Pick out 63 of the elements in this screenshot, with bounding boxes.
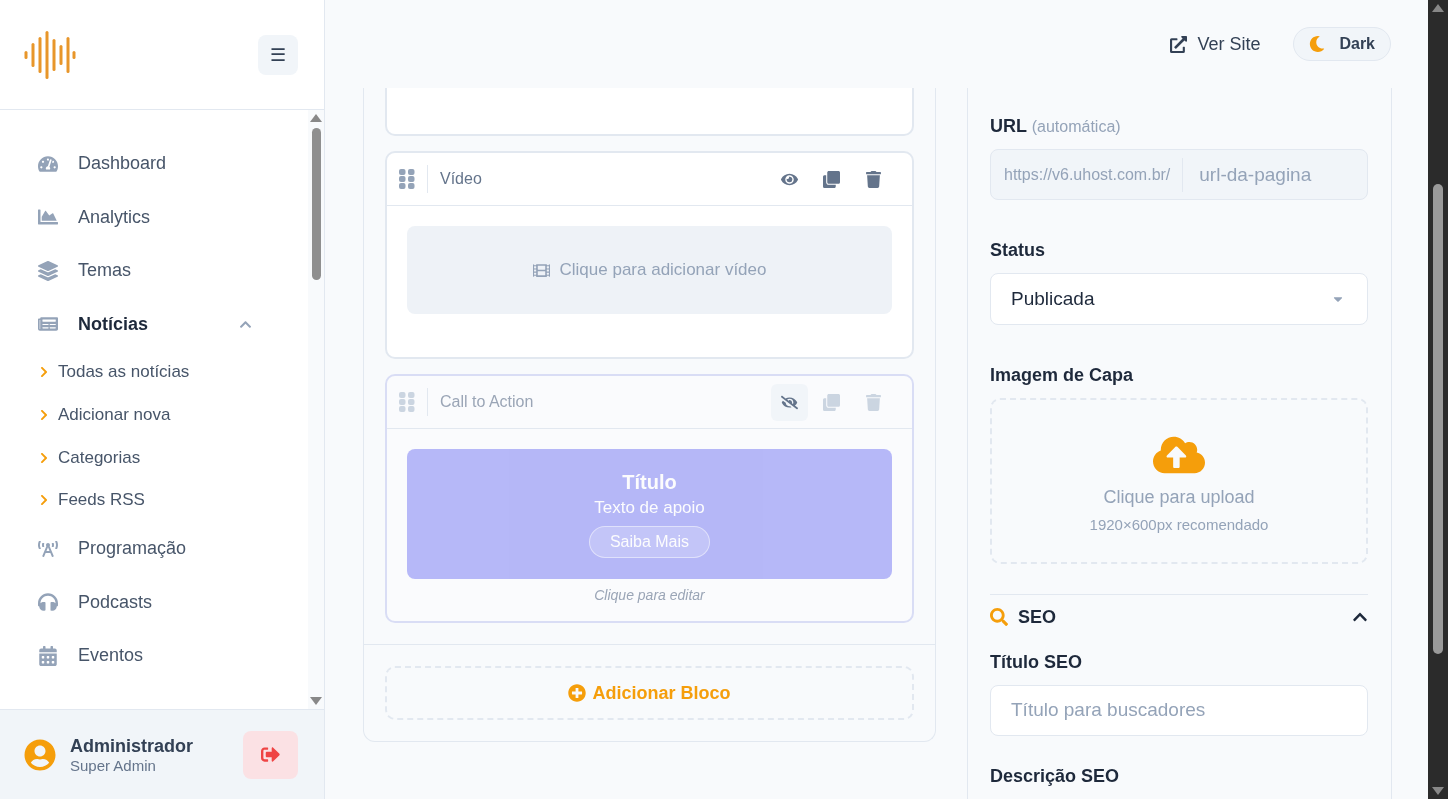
scrollbar[interactable] [1428, 0, 1448, 799]
gauge-icon [38, 153, 58, 174]
avatar-icon [24, 738, 56, 771]
scrollbar[interactable] [308, 110, 324, 709]
upload-text: Clique para upload [1103, 486, 1255, 508]
field-label: Status [990, 240, 1046, 262]
submenu-item[interactable]: Categorias [0, 436, 308, 480]
drag-handle-icon[interactable] [399, 392, 415, 412]
visibility-button[interactable] [771, 383, 808, 421]
chevron-right-icon [38, 451, 50, 464]
nav-item[interactable]: Programação [0, 521, 308, 576]
block-title: Call to Action [427, 388, 766, 416]
view-site-link[interactable]: Ver Site [1170, 33, 1261, 55]
nav-item[interactable]: Analytics [0, 190, 308, 244]
upload-hint: 1920×600px recomendado [1089, 515, 1269, 533]
logo-icon [24, 28, 76, 81]
drag-handle-icon[interactable] [399, 169, 415, 189]
plus-icon [568, 684, 587, 702]
eye-slash-icon [781, 393, 798, 411]
field-label: URL (automática) [990, 116, 1122, 137]
theme-toggle[interactable]: Dark [1293, 27, 1391, 61]
trash-icon [865, 170, 882, 188]
submenu-item[interactable]: Adicionar nova [0, 393, 308, 437]
url-prefix: https://v6.uhost.com.br/ [991, 157, 1184, 192]
edit-hint: Clique para editar [593, 587, 706, 603]
submenu-item[interactable]: Todas as notícias [0, 351, 308, 394]
copy-icon [823, 393, 840, 411]
headphones-icon [38, 592, 58, 612]
input-field[interactable]: Título para buscadores [990, 684, 1368, 736]
nav-item[interactable]: Eventos [0, 628, 308, 683]
nav-item[interactable]: Notícias [0, 297, 308, 351]
nav-item[interactable]: Dashboard [0, 137, 308, 191]
search-icon [990, 608, 1008, 627]
moon-icon [1309, 36, 1326, 52]
cta-text: Texto de apoio [594, 497, 705, 518]
logout-icon [261, 745, 280, 764]
trash-icon [865, 393, 882, 411]
submenu-item[interactable]: Feeds RSS [0, 479, 308, 522]
logout-button[interactable] [243, 730, 298, 779]
copy-icon [823, 170, 840, 188]
area-chart-icon [38, 207, 58, 228]
user-role: Super Admin [70, 756, 157, 774]
antenna-icon [38, 538, 58, 559]
field-label: Descrição SEO [990, 766, 1121, 787]
chevron-right-icon [38, 409, 50, 422]
calendar-icon [38, 645, 58, 666]
menu-button[interactable]: ☰ [258, 34, 298, 75]
nav-item[interactable]: Podcasts [0, 575, 308, 629]
film-icon [532, 261, 550, 279]
slug-input[interactable]: url-da-pagina [1183, 163, 1367, 186]
field-label: Imagem de Capa [990, 364, 1135, 386]
seo-section-header[interactable]: SEO [990, 593, 1368, 628]
chevron-right-icon [38, 494, 50, 507]
user-name: Administrador [70, 735, 194, 757]
status-select[interactable]: Publicada [990, 273, 1368, 325]
external-link-icon [1170, 35, 1188, 53]
cta-heading: Título [622, 470, 677, 494]
chevron-right-icon [38, 366, 50, 379]
block-title: Vídeo [427, 165, 766, 193]
nav-item[interactable]: Temas [0, 244, 308, 298]
layers-icon [38, 260, 58, 281]
placeholder-text: Clique para adicionar vídeo [559, 260, 767, 280]
field-label: Título SEO [990, 651, 1083, 673]
